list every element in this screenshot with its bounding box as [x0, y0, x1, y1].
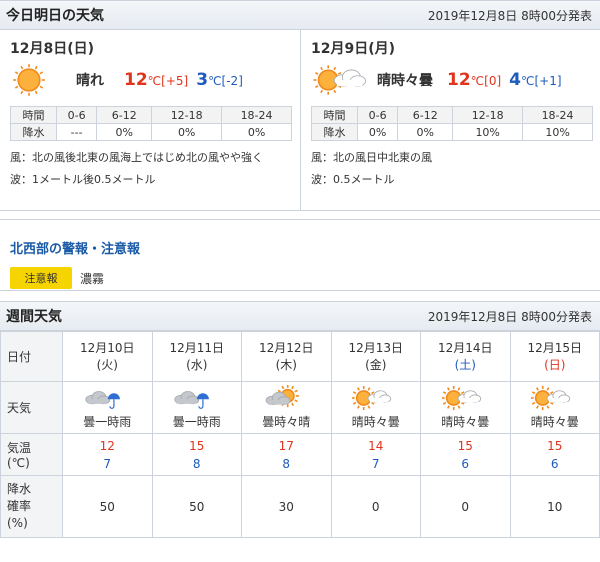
week-temp-cell: 15 8 [151, 433, 242, 476]
high-temp-diff: [+5] [161, 74, 189, 88]
day-date: 12月8日(日) [10, 41, 95, 57]
rain-value-cell: 降水 [311, 123, 358, 141]
week-day-cell: 12月15日 (日) [509, 331, 600, 382]
row-label-date: 日付 [0, 331, 63, 382]
rain-value-cell: 0% [397, 123, 454, 141]
week-temp-cell: 14 7 [330, 433, 421, 476]
wind-text: 風：北の風日中北東の風 [311, 151, 432, 164]
week-pop-cell: 30 [241, 475, 332, 538]
rain-header-cell: 時間 [10, 106, 57, 124]
week-day-cell: 12月12日 (木) [241, 331, 332, 382]
low-temp: 3℃[-2] [196, 70, 243, 90]
weekly-table: 日付 12月10日 (火) 12月11日 (水) 12月12日 (木) 12月13日(… [0, 331, 600, 538]
week-temp-cell: 17 8 [241, 433, 332, 476]
week-day-cell: 12月14日 (土) [420, 331, 511, 382]
week-pop-cell: 0 [330, 475, 421, 538]
wave-text: 波：0.5メートル [311, 173, 395, 186]
rain-header-cell: 18-24 [221, 106, 292, 124]
rain-value-cell: 10% [522, 123, 593, 141]
week-pop-cell: 0 [420, 475, 511, 538]
week-temp-cell: 15 6 [509, 433, 600, 476]
warnings-title-link[interactable]: 北西部の警報・注意報 [10, 238, 590, 257]
rain-header-cell: 時間 [311, 106, 358, 124]
rain-value-cell: 0% [96, 123, 153, 141]
weather-name: 晴時々曇 [377, 73, 433, 89]
sun-cloud-icon [311, 62, 377, 98]
row-label-pop: 降水 確率 (%) [0, 475, 63, 538]
week-day-cell: 12月10日 (火) [62, 331, 153, 382]
week-weather-cell: 曇一時雨 [151, 381, 242, 434]
day-panel-tomorrow: 12月9日(月) 晴時々曇 12℃[0] 4℃[+1] 時間 0-6 6-12 … [300, 30, 600, 210]
weekly-weather-row: 天気 曇一時雨 曇一時雨 曇時々晴 晴時々曇 晴時々曇 晴時々曇 [0, 381, 600, 434]
low-temp-diff: [-2] [221, 74, 243, 88]
day-panel-today: 12月8日(日) 晴れ 12℃[+5] 3℃[-2] 時間 0-6 6-12 1… [0, 30, 300, 210]
today-tomorrow-issued: 2019年12月8日 8時00分発表 [427, 8, 592, 23]
wave-text: 波：1メートル後0.5メートル [10, 173, 156, 186]
week-pop-cell: 50 [62, 475, 153, 538]
sun-cloud-icon [351, 385, 401, 411]
rain-value-cell: 10% [452, 123, 524, 141]
week-weather-cell: 曇一時雨 [62, 381, 153, 434]
rain-header-cell: 18-24 [522, 106, 593, 124]
weekly-header: 週間天気 2019年12月8日 8時00分発表 [0, 301, 600, 331]
day-date: 12月9日(月) [311, 41, 396, 57]
advisory-text: 濃霧 [80, 271, 105, 286]
week-temp-cell: 12 7 [62, 433, 153, 476]
row-label-weather: 天気 [0, 381, 63, 434]
day-forecast-panels: 12月8日(日) 晴れ 12℃[+5] 3℃[-2] 時間 0-6 6-12 1… [0, 30, 600, 211]
week-temp-cell: 15 6 [420, 433, 511, 476]
week-weather-cell: 曇時々晴 [241, 381, 332, 434]
sun-icon [10, 62, 76, 98]
weekly-temp-row: 気温 (℃) 12 7 15 8 17 8 14 7 15 6 15 6 [0, 433, 600, 476]
high-temp: 12℃[0] [447, 70, 502, 90]
rain-header-cell: 0-6 [356, 106, 399, 124]
sun-cloud-icon [440, 385, 490, 411]
rain-header-cell: 6-12 [96, 106, 153, 124]
week-day-cell: 12月11日 (水) [151, 331, 242, 382]
rain-value-cell: 0% [151, 123, 223, 141]
rain-probability-table: 時間 0-6 6-12 12-18 18-24 降水 0% 0% 10% 10% [311, 106, 593, 141]
weather-name: 晴れ [76, 73, 104, 89]
weekly-date-row: 日付 12月10日 (火) 12月11日 (水) 12月12日 (木) 12月13日(… [0, 331, 600, 382]
weekly-pop-row: 降水 確率 (%) 50 50 30 0 0 10 [0, 475, 600, 538]
rain-header-cell: 12-18 [151, 106, 223, 124]
rain-header-cell: 12-18 [452, 106, 524, 124]
rain-value-cell: 降水 [10, 123, 57, 141]
today-tomorrow-header: 今日明日の天気 2019年12月8日 8時00分発表 [0, 0, 600, 30]
sun-cloud-icon [530, 385, 580, 411]
cloud-sun-icon [261, 385, 311, 411]
cloud-umbrella-icon [172, 385, 222, 411]
rain-value-cell: 0% [221, 123, 292, 141]
rain-value-cell: --- [55, 123, 98, 141]
today-tomorrow-title: 今日明日の天気 [6, 8, 104, 24]
weekly-issued: 2019年12月8日 8時00分発表 [427, 309, 592, 324]
warnings-panel: 北西部の警報・注意報 注意報 濃霧 [0, 219, 600, 291]
cloud-umbrella-icon [82, 385, 132, 411]
week-day-cell: 12月13日 (金) [330, 331, 421, 382]
low-temp-diff: [+1] [534, 74, 562, 88]
week-weather-cell: 晴時々曇 [330, 381, 421, 434]
weekly-title: 週間天気 [6, 309, 62, 325]
row-label-temp: 気温 (℃) [0, 433, 63, 476]
week-weather-cell: 晴時々曇 [420, 381, 511, 434]
week-pop-cell: 10 [509, 475, 600, 538]
rain-header-cell: 6-12 [397, 106, 454, 124]
advisory-badge: 注意報 [10, 267, 72, 289]
high-temp-diff: [0] [484, 74, 502, 88]
week-pop-cell: 50 [151, 475, 242, 538]
rain-value-cell: 0% [356, 123, 399, 141]
week-weather-cell: 晴時々曇 [509, 381, 600, 434]
low-temp: 4℃[+1] [509, 70, 562, 90]
rain-probability-table: 時間 0-6 6-12 12-18 18-24 降水 --- 0% 0% 0% [10, 106, 292, 141]
high-temp: 12℃[+5] [124, 70, 189, 90]
wind-text: 風：北の風後北東の風海上ではじめ北の風やや強く [10, 151, 263, 164]
rain-header-cell: 0-6 [55, 106, 98, 124]
